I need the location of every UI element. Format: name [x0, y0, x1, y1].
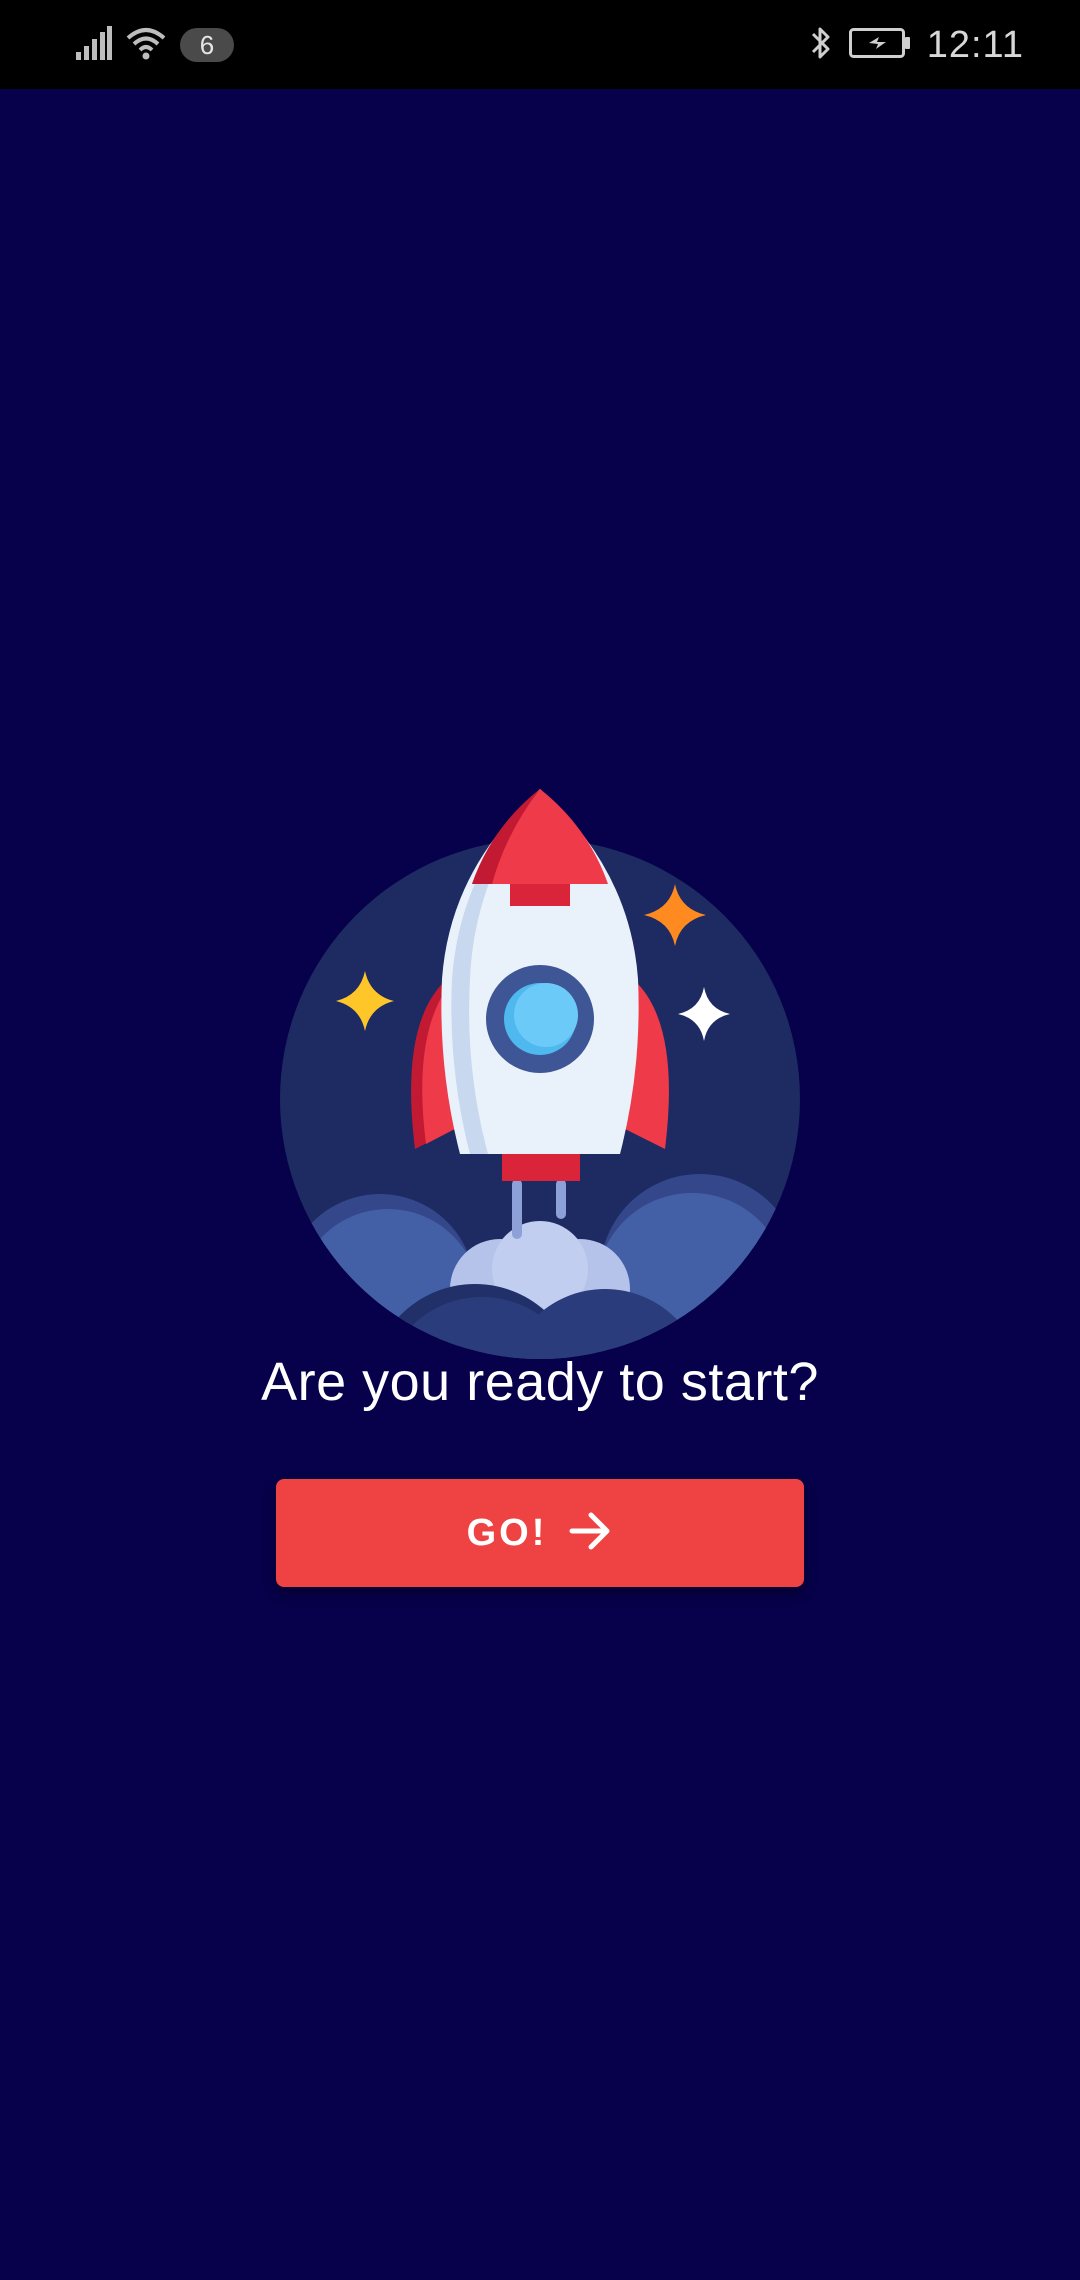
- status-right: 12:11: [809, 22, 1024, 68]
- status-left: 6: [76, 22, 234, 68]
- onboarding-screen: Are you ready to start? GO!: [0, 89, 1080, 2280]
- status-bar: 6 12:11: [0, 0, 1080, 89]
- rocket-launch-illustration: [260, 729, 820, 1379]
- go-button-label: GO!: [466, 1511, 548, 1554]
- headline: Are you ready to start?: [261, 1352, 819, 1412]
- arrow-right-icon: [569, 1511, 613, 1556]
- bluetooth-icon: [809, 25, 833, 66]
- clock: 12:11: [926, 23, 1024, 66]
- battery-charging-icon: [848, 27, 911, 63]
- wifi-icon: [126, 26, 166, 65]
- go-button[interactable]: GO!: [276, 1479, 804, 1587]
- notification-count-badge: 6: [180, 28, 234, 62]
- signal-icon: [76, 25, 112, 65]
